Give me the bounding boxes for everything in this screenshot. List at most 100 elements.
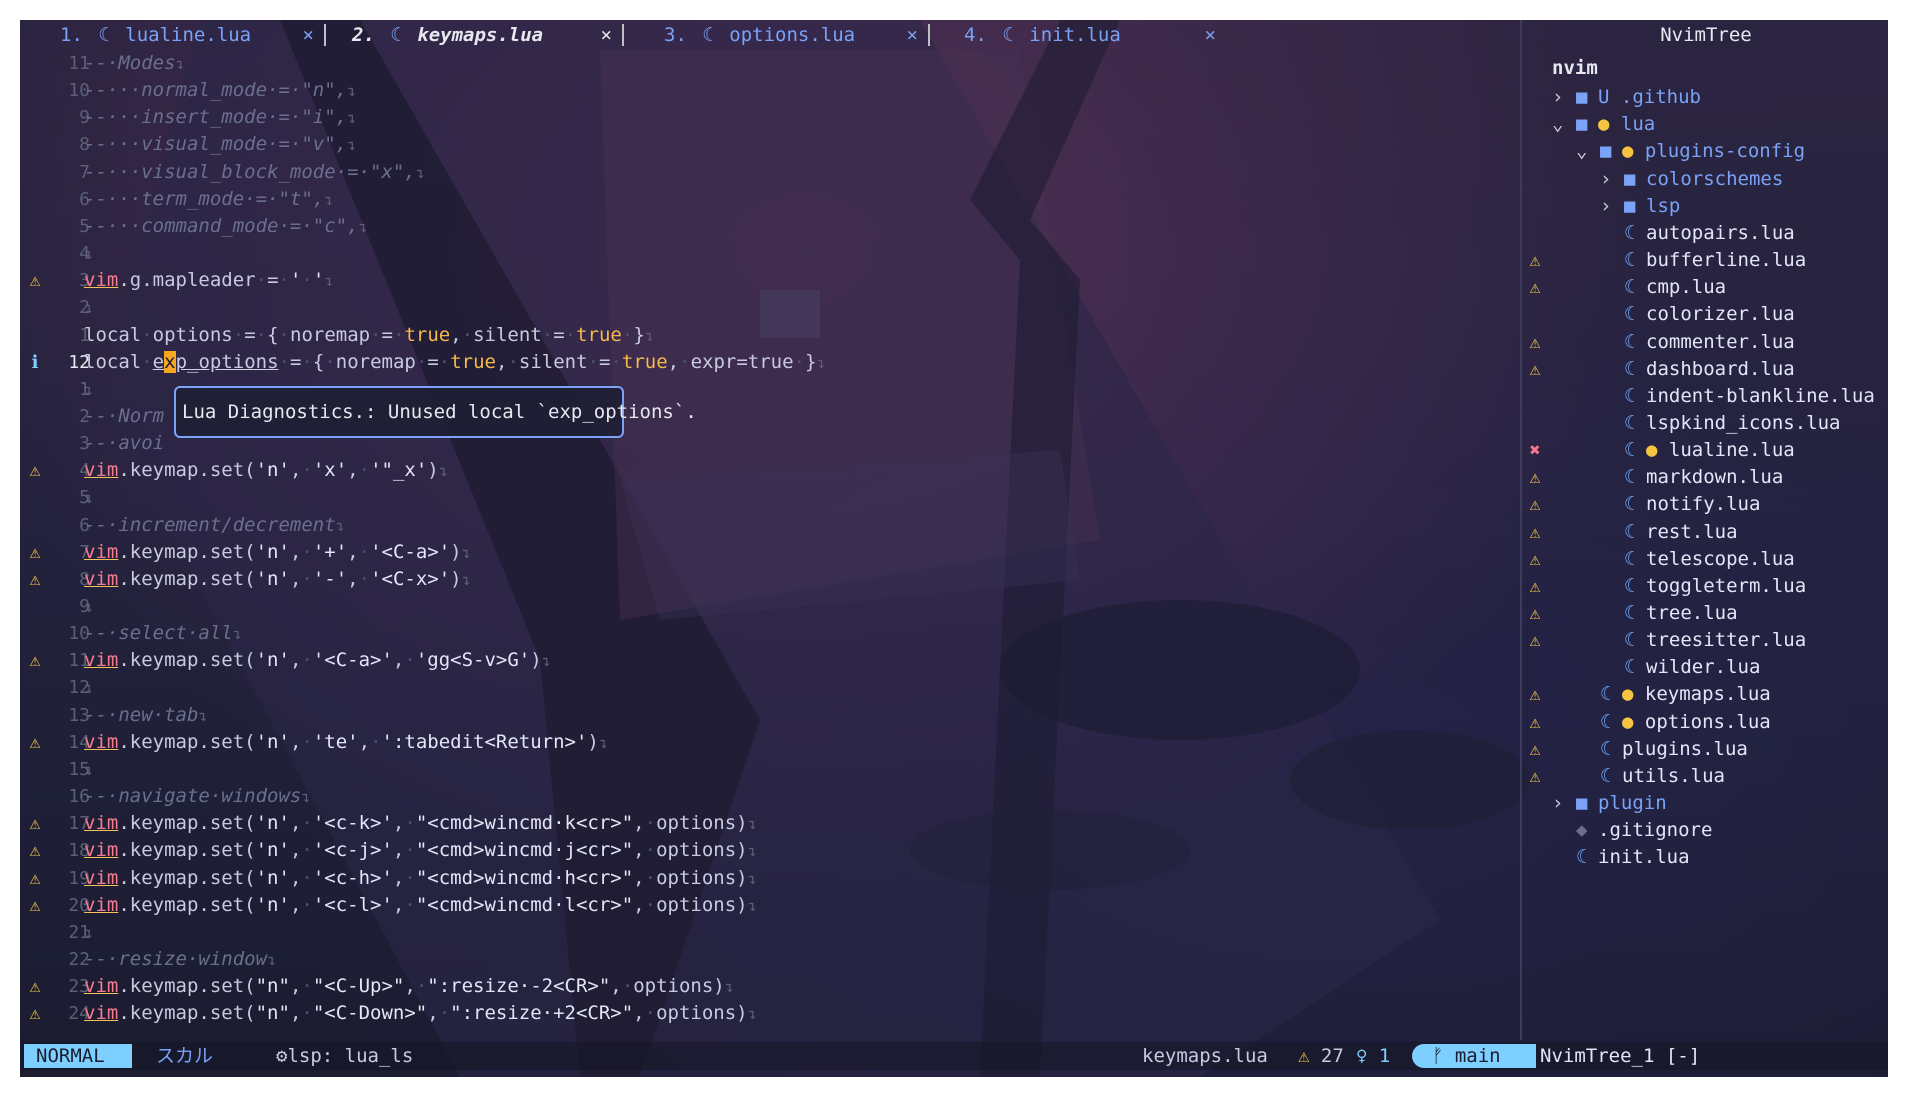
code-line[interactable]: ⚠ 18 vim.keymap.set('n',·'<c-j>',·"<cmd>wi… <box>20 837 1516 864</box>
code-line[interactable]: 4 ↴ <box>20 240 1516 267</box>
code-line[interactable]: ⚠ 4 vim.keymap.set('n',·'x',·'"_x')↴ <box>20 457 1516 484</box>
code-line[interactable]: ⚠ 19 vim.keymap.set('n',·'<c-h>',·"<cmd>wi… <box>20 865 1516 892</box>
tree-file[interactable]: ☾ autopairs.lua <box>1522 220 1888 247</box>
tree-file[interactable]: ☾ lspkind_icons.lua <box>1522 410 1888 437</box>
code-text: vim.keymap.set('n',·'<c-h>',·"<cmd>wincm… <box>84 865 757 893</box>
code-line[interactable]: 5 ↴ <box>20 484 1516 511</box>
tree-file[interactable]: ⚠ ☾ cmp.lua <box>1522 274 1888 301</box>
code-token: , <box>289 839 302 862</box>
tree-file[interactable]: ☾ indent-blankline.lua <box>1522 383 1888 410</box>
tree-file[interactable]: ✖ ☾ ● lualine.lua <box>1522 437 1888 464</box>
code-line[interactable]: 22 --·resize·window↴ <box>20 946 1516 973</box>
code-token: 'n' <box>255 459 290 482</box>
tree-file[interactable]: ◆ .gitignore <box>1522 817 1888 844</box>
git-branch[interactable]: ᚠ main <box>1412 1044 1536 1068</box>
tab-init[interactable]: 4. ☾ init.lua × <box>930 20 1226 50</box>
code-line[interactable]: 9 ↴ <box>20 593 1516 620</box>
code-token: · <box>358 567 371 590</box>
editor-pane[interactable]: 11 --·Modes↴ 10 --···normal_mode·=·"n",↴ 9 --… <box>20 50 1520 1040</box>
tree-file[interactable]: ⚠ ☾ plugins.lua <box>1522 736 1888 763</box>
tree-file[interactable]: ⚠ ☾ treesitter.lua <box>1522 627 1888 654</box>
tree-folder[interactable]: › ■ U .github <box>1522 84 1888 111</box>
close-icon[interactable]: × <box>303 20 314 50</box>
code-line[interactable]: ⚠ 14 vim.keymap.set('n',·'te',·':tabedit<R… <box>20 729 1516 756</box>
tree-file[interactable]: ☾ colorizer.lua <box>1522 301 1888 328</box>
code-text: --·avoi <box>84 430 164 457</box>
code-line[interactable]: ⚠ 3 vim.g.mapleader·=·'·'↴ <box>20 267 1516 294</box>
code-line[interactable]: 6 --·increment/decrement↴ <box>20 512 1516 539</box>
code-line[interactable]: 15 ↴ <box>20 756 1516 783</box>
tab-lualine[interactable]: 1. ☾ lualine.lua × <box>20 20 324 50</box>
code-line[interactable]: ⚠ 11 vim.keymap.set('n',·'<C-a>',·'gg<S-v>… <box>20 647 1516 674</box>
code-token: ) <box>736 1002 748 1025</box>
close-icon[interactable]: × <box>907 20 918 50</box>
tree-item-label: plugins.lua <box>1622 737 1748 760</box>
code-token: ↴ <box>84 598 94 616</box>
tree-file[interactable]: ⚠ ☾ ● keymaps.lua <box>1522 681 1888 708</box>
tree-item-label: tree.lua <box>1646 602 1738 624</box>
tree-folder[interactable]: › ■ lsp <box>1522 193 1888 220</box>
code-token: · <box>404 839 416 862</box>
code-line[interactable]: 9 --···insert_mode·=·"i",↴ <box>20 104 1516 131</box>
tab-keymaps[interactable]: 2. ☾ keymaps.lua × <box>326 20 622 50</box>
code-line[interactable]: 10 --···normal_mode·=·"n",↴ <box>20 77 1516 104</box>
tree-file[interactable]: ⚠ ☾ commenter.lua <box>1522 329 1888 356</box>
tree-file[interactable]: ☾ wilder.lua <box>1522 654 1888 681</box>
tree-file[interactable]: ⚠ ☾ notify.lua <box>1522 491 1888 518</box>
warning-icon: ⚠ <box>29 270 41 292</box>
code-line[interactable]: 1 local·options·=·{·noremap·=·true,·silen… <box>20 322 1516 349</box>
code-line[interactable]: ⚠ 17 vim.keymap.set('n',·'<c-k>',·"<cmd>wi… <box>20 810 1516 837</box>
code-token: '<C-x>' <box>370 567 451 590</box>
code-line[interactable]: 2 ↴ <box>20 294 1516 321</box>
code-line[interactable]: 11 --·Modes↴ <box>20 50 1516 77</box>
code-line[interactable]: 12 ↴ <box>20 674 1516 701</box>
tree-file[interactable]: ⚠ ☾ ● options.lua <box>1522 709 1888 736</box>
code-line[interactable]: 5 --···command_mode·=·"c",↴ <box>20 213 1516 240</box>
tree-file[interactable]: ⚠ ☾ dashboard.lua <box>1522 356 1888 383</box>
mode-indicator: NORMAL <box>24 1044 132 1068</box>
code-line[interactable]: ⚠ 20 vim.keymap.set('n',·'<c-l>',·"<cmd>wi… <box>20 892 1516 919</box>
code-line[interactable]: ⚠ 23 vim.keymap.set("n",·"<C-Up>",·":resiz… <box>20 973 1516 1000</box>
code-text: ↴ <box>84 674 93 702</box>
code-line[interactable]: 16 --·navigate·windows↴ <box>20 783 1516 810</box>
tree-file[interactable]: ⚠ ☾ telescope.lua <box>1522 546 1888 573</box>
tree-file[interactable]: ⚠ ☾ markdown.lua <box>1522 464 1888 491</box>
tab-options[interactable]: 3. ☾ options.lua × <box>624 20 928 50</box>
lua-file-icon: ☾ <box>1624 357 1636 380</box>
tree-file[interactable]: ⚠ ☾ rest.lua <box>1522 519 1888 546</box>
tree-root[interactable]: nvim <box>1522 55 1888 82</box>
code-line[interactable]: 7 --···visual_block_mode·=·"x",↴ <box>20 159 1516 186</box>
code-line[interactable]: ℹ 12 local·exp_options·=·{·noremap·=·true,… <box>20 349 1516 376</box>
tree-folder[interactable]: › ■ plugin <box>1522 790 1888 817</box>
tree-file[interactable]: ☾ init.lua <box>1522 844 1888 871</box>
lua-file-icon: ☾ <box>1600 683 1612 706</box>
tree-file[interactable]: ⚠ ☾ utils.lua <box>1522 763 1888 790</box>
tree-folder[interactable]: ⌄ ■ ● lua <box>1522 111 1888 138</box>
code-line[interactable]: 21 ↴ <box>20 919 1516 946</box>
code-token: ↴ <box>232 625 242 644</box>
code-line[interactable]: 13 --·new·tab↴ <box>20 702 1516 729</box>
code-text: ↴ <box>84 294 93 322</box>
code-line[interactable]: ⚠ 24 vim.keymap.set("n",·"<C-Down>",·":res… <box>20 1000 1516 1027</box>
code-line[interactable]: ⚠ 8 vim.keymap.set('n',·'-',·'<C-x>')↴ <box>20 566 1516 593</box>
code-token: "n" <box>255 1002 290 1025</box>
code-line[interactable]: 8 --···visual_mode·=·"v",↴ <box>20 131 1516 158</box>
code-token: options <box>656 1002 737 1025</box>
tree-file[interactable]: ⚠ ☾ tree.lua <box>1522 600 1888 627</box>
lua-file-icon: ☾ <box>390 24 402 46</box>
tree-folder[interactable]: ⌄ ■ ● plugins-config <box>1522 138 1888 165</box>
code-text: ↴ <box>84 376 93 404</box>
tree-file[interactable]: ⚠ ☾ toggleterm.lua <box>1522 573 1888 600</box>
close-icon[interactable]: × <box>1205 20 1216 50</box>
tree-folder[interactable]: › ■ colorschemes <box>1522 166 1888 193</box>
code-token: , <box>289 975 302 998</box>
code-token: , <box>633 812 645 835</box>
code-line[interactable]: 6 --···term_mode·=·"t",↴ <box>20 186 1516 213</box>
code-line[interactable]: 10 --·select·all↴ <box>20 620 1516 647</box>
code-token: = <box>381 323 393 346</box>
tree-file[interactable]: ⚠ ☾ bufferline.lua <box>1522 247 1888 274</box>
code-token: --···visual_block_mode·=·"x", <box>84 160 416 183</box>
code-line[interactable]: ⚠ 7 vim.keymap.set('n',·'+',·'<C-a>')↴ <box>20 539 1516 566</box>
close-icon[interactable]: × <box>601 20 612 50</box>
code-token: .keymap.set( <box>118 812 256 835</box>
